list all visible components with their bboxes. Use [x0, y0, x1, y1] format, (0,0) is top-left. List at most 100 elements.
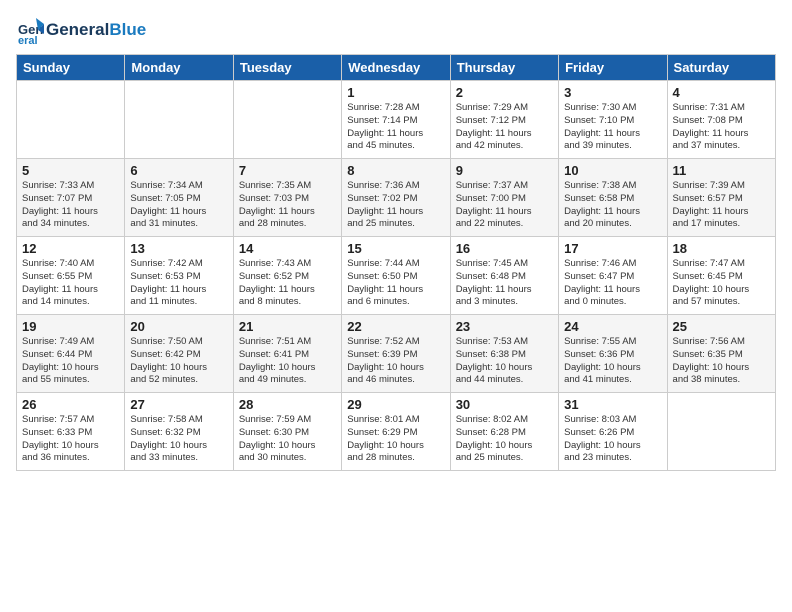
day-number: 29: [347, 397, 444, 412]
day-cell: 7 Sunrise: 7:35 AM Sunset: 7:03 PM Daylig…: [233, 159, 341, 237]
day-number: 5: [22, 163, 119, 178]
day-cell: 14 Sunrise: 7:43 AM Sunset: 6:52 PM Dayli…: [233, 237, 341, 315]
day-number: 22: [347, 319, 444, 334]
day-number: 20: [130, 319, 227, 334]
day-cell: 2 Sunrise: 7:29 AM Sunset: 7:12 PM Daylig…: [450, 81, 558, 159]
day-cell: 12Sunrise: 7:40 AM Sunset: 6:55 PM Dayli…: [17, 237, 125, 315]
weekday-header-row: SundayMondayTuesdayWednesdayThursdayFrid…: [17, 55, 776, 81]
day-info: Sunrise: 7:53 AM Sunset: 6:38 PM Dayligh…: [456, 336, 553, 387]
day-cell: 27 Sunrise: 7:58 AM Sunset: 6:32 PM Dayli…: [125, 393, 233, 471]
day-cell: 29 Sunrise: 8:01 AM Sunset: 6:29 PM Dayli…: [342, 393, 450, 471]
day-info: Sunrise: 7:33 AM Sunset: 7:07 PM Dayligh…: [22, 180, 119, 231]
day-cell: 17 Sunrise: 7:46 AM Sunset: 6:47 PM Dayli…: [559, 237, 667, 315]
day-number: 11: [673, 163, 770, 178]
weekday-friday: Friday: [559, 55, 667, 81]
logo: Gen eral GeneralBlue: [16, 16, 146, 44]
day-number: 15: [347, 241, 444, 256]
day-cell: 22 Sunrise: 7:52 AM Sunset: 6:39 PM Dayli…: [342, 315, 450, 393]
day-info: Sunrise: 7:35 AM Sunset: 7:03 PM Dayligh…: [239, 180, 336, 231]
day-number: 28: [239, 397, 336, 412]
day-number: 3: [564, 85, 661, 100]
day-info: Sunrise: 7:58 AM Sunset: 6:32 PM Dayligh…: [130, 414, 227, 465]
day-info: Sunrise: 7:46 AM Sunset: 6:47 PM Dayligh…: [564, 258, 661, 309]
day-info: Sunrise: 7:43 AM Sunset: 6:52 PM Dayligh…: [239, 258, 336, 309]
day-info: Sunrise: 7:28 AM Sunset: 7:14 PM Dayligh…: [347, 102, 444, 153]
svg-text:eral: eral: [18, 35, 38, 44]
day-info: Sunrise: 7:29 AM Sunset: 7:12 PM Dayligh…: [456, 102, 553, 153]
day-number: 13: [130, 241, 227, 256]
day-number: 23: [456, 319, 553, 334]
day-info: Sunrise: 8:03 AM Sunset: 6:26 PM Dayligh…: [564, 414, 661, 465]
day-cell: 30Sunrise: 8:02 AM Sunset: 6:28 PM Dayli…: [450, 393, 558, 471]
day-cell: 9 Sunrise: 7:37 AM Sunset: 7:00 PM Daylig…: [450, 159, 558, 237]
day-number: 17: [564, 241, 661, 256]
day-number: 2: [456, 85, 553, 100]
day-number: 10: [564, 163, 661, 178]
day-info: Sunrise: 8:01 AM Sunset: 6:29 PM Dayligh…: [347, 414, 444, 465]
day-info: Sunrise: 7:40 AM Sunset: 6:55 PM Dayligh…: [22, 258, 119, 309]
weekday-monday: Monday: [125, 55, 233, 81]
calendar-body: 1Sunrise: 7:28 AM Sunset: 7:14 PM Daylig…: [17, 81, 776, 471]
day-cell: 24Sunrise: 7:55 AM Sunset: 6:36 PM Dayli…: [559, 315, 667, 393]
day-info: Sunrise: 7:52 AM Sunset: 6:39 PM Dayligh…: [347, 336, 444, 387]
day-number: 9: [456, 163, 553, 178]
day-number: 31: [564, 397, 661, 412]
day-info: Sunrise: 7:47 AM Sunset: 6:45 PM Dayligh…: [673, 258, 770, 309]
weekday-saturday: Saturday: [667, 55, 775, 81]
day-info: Sunrise: 7:38 AM Sunset: 6:58 PM Dayligh…: [564, 180, 661, 231]
day-number: 21: [239, 319, 336, 334]
day-cell: 25Sunrise: 7:56 AM Sunset: 6:35 PM Dayli…: [667, 315, 775, 393]
day-info: Sunrise: 7:51 AM Sunset: 6:41 PM Dayligh…: [239, 336, 336, 387]
day-info: Sunrise: 7:30 AM Sunset: 7:10 PM Dayligh…: [564, 102, 661, 153]
day-cell: [233, 81, 341, 159]
logo-text: GeneralBlue: [46, 21, 146, 40]
day-number: 7: [239, 163, 336, 178]
calendar-container: Gen eral GeneralBlue SundayMondayTuesday…: [0, 0, 792, 481]
week-row-2: 5 Sunrise: 7:33 AM Sunset: 7:07 PM Daylig…: [17, 159, 776, 237]
week-row-4: 19Sunrise: 7:49 AM Sunset: 6:44 PM Dayli…: [17, 315, 776, 393]
day-info: Sunrise: 7:55 AM Sunset: 6:36 PM Dayligh…: [564, 336, 661, 387]
day-cell: [17, 81, 125, 159]
day-number: 19: [22, 319, 119, 334]
day-cell: 5 Sunrise: 7:33 AM Sunset: 7:07 PM Daylig…: [17, 159, 125, 237]
day-cell: 13Sunrise: 7:42 AM Sunset: 6:53 PM Dayli…: [125, 237, 233, 315]
day-info: Sunrise: 7:59 AM Sunset: 6:30 PM Dayligh…: [239, 414, 336, 465]
day-info: Sunrise: 7:57 AM Sunset: 6:33 PM Dayligh…: [22, 414, 119, 465]
day-cell: 11 Sunrise: 7:39 AM Sunset: 6:57 PM Dayli…: [667, 159, 775, 237]
day-number: 6: [130, 163, 227, 178]
day-info: Sunrise: 7:34 AM Sunset: 7:05 PM Dayligh…: [130, 180, 227, 231]
day-number: 18: [673, 241, 770, 256]
weekday-thursday: Thursday: [450, 55, 558, 81]
day-info: Sunrise: 7:45 AM Sunset: 6:48 PM Dayligh…: [456, 258, 553, 309]
day-cell: 18 Sunrise: 7:47 AM Sunset: 6:45 PM Dayli…: [667, 237, 775, 315]
day-number: 27: [130, 397, 227, 412]
day-cell: 6 Sunrise: 7:34 AM Sunset: 7:05 PM Daylig…: [125, 159, 233, 237]
day-cell: 4Sunrise: 7:31 AM Sunset: 7:08 PM Daylig…: [667, 81, 775, 159]
week-row-1: 1Sunrise: 7:28 AM Sunset: 7:14 PM Daylig…: [17, 81, 776, 159]
day-cell: 20Sunrise: 7:50 AM Sunset: 6:42 PM Dayli…: [125, 315, 233, 393]
day-cell: 28 Sunrise: 7:59 AM Sunset: 6:30 PM Dayli…: [233, 393, 341, 471]
day-cell: 26Sunrise: 7:57 AM Sunset: 6:33 PM Dayli…: [17, 393, 125, 471]
day-cell: 31 Sunrise: 8:03 AM Sunset: 6:26 PM Dayli…: [559, 393, 667, 471]
day-cell: 23 Sunrise: 7:53 AM Sunset: 6:38 PM Dayli…: [450, 315, 558, 393]
calendar-table: SundayMondayTuesdayWednesdayThursdayFrid…: [16, 54, 776, 471]
weekday-sunday: Sunday: [17, 55, 125, 81]
day-cell: 16Sunrise: 7:45 AM Sunset: 6:48 PM Dayli…: [450, 237, 558, 315]
day-cell: 8 Sunrise: 7:36 AM Sunset: 7:02 PM Daylig…: [342, 159, 450, 237]
header: Gen eral GeneralBlue: [16, 16, 776, 44]
day-cell: 3 Sunrise: 7:30 AM Sunset: 7:10 PM Daylig…: [559, 81, 667, 159]
day-info: Sunrise: 7:39 AM Sunset: 6:57 PM Dayligh…: [673, 180, 770, 231]
day-info: Sunrise: 7:44 AM Sunset: 6:50 PM Dayligh…: [347, 258, 444, 309]
day-info: Sunrise: 8:02 AM Sunset: 6:28 PM Dayligh…: [456, 414, 553, 465]
day-number: 8: [347, 163, 444, 178]
day-info: Sunrise: 7:36 AM Sunset: 7:02 PM Dayligh…: [347, 180, 444, 231]
day-info: Sunrise: 7:37 AM Sunset: 7:00 PM Dayligh…: [456, 180, 553, 231]
day-info: Sunrise: 7:56 AM Sunset: 6:35 PM Dayligh…: [673, 336, 770, 387]
day-number: 14: [239, 241, 336, 256]
day-info: Sunrise: 7:31 AM Sunset: 7:08 PM Dayligh…: [673, 102, 770, 153]
weekday-tuesday: Tuesday: [233, 55, 341, 81]
week-row-5: 26Sunrise: 7:57 AM Sunset: 6:33 PM Dayli…: [17, 393, 776, 471]
week-row-3: 12Sunrise: 7:40 AM Sunset: 6:55 PM Dayli…: [17, 237, 776, 315]
day-cell: 19Sunrise: 7:49 AM Sunset: 6:44 PM Dayli…: [17, 315, 125, 393]
day-cell: [667, 393, 775, 471]
